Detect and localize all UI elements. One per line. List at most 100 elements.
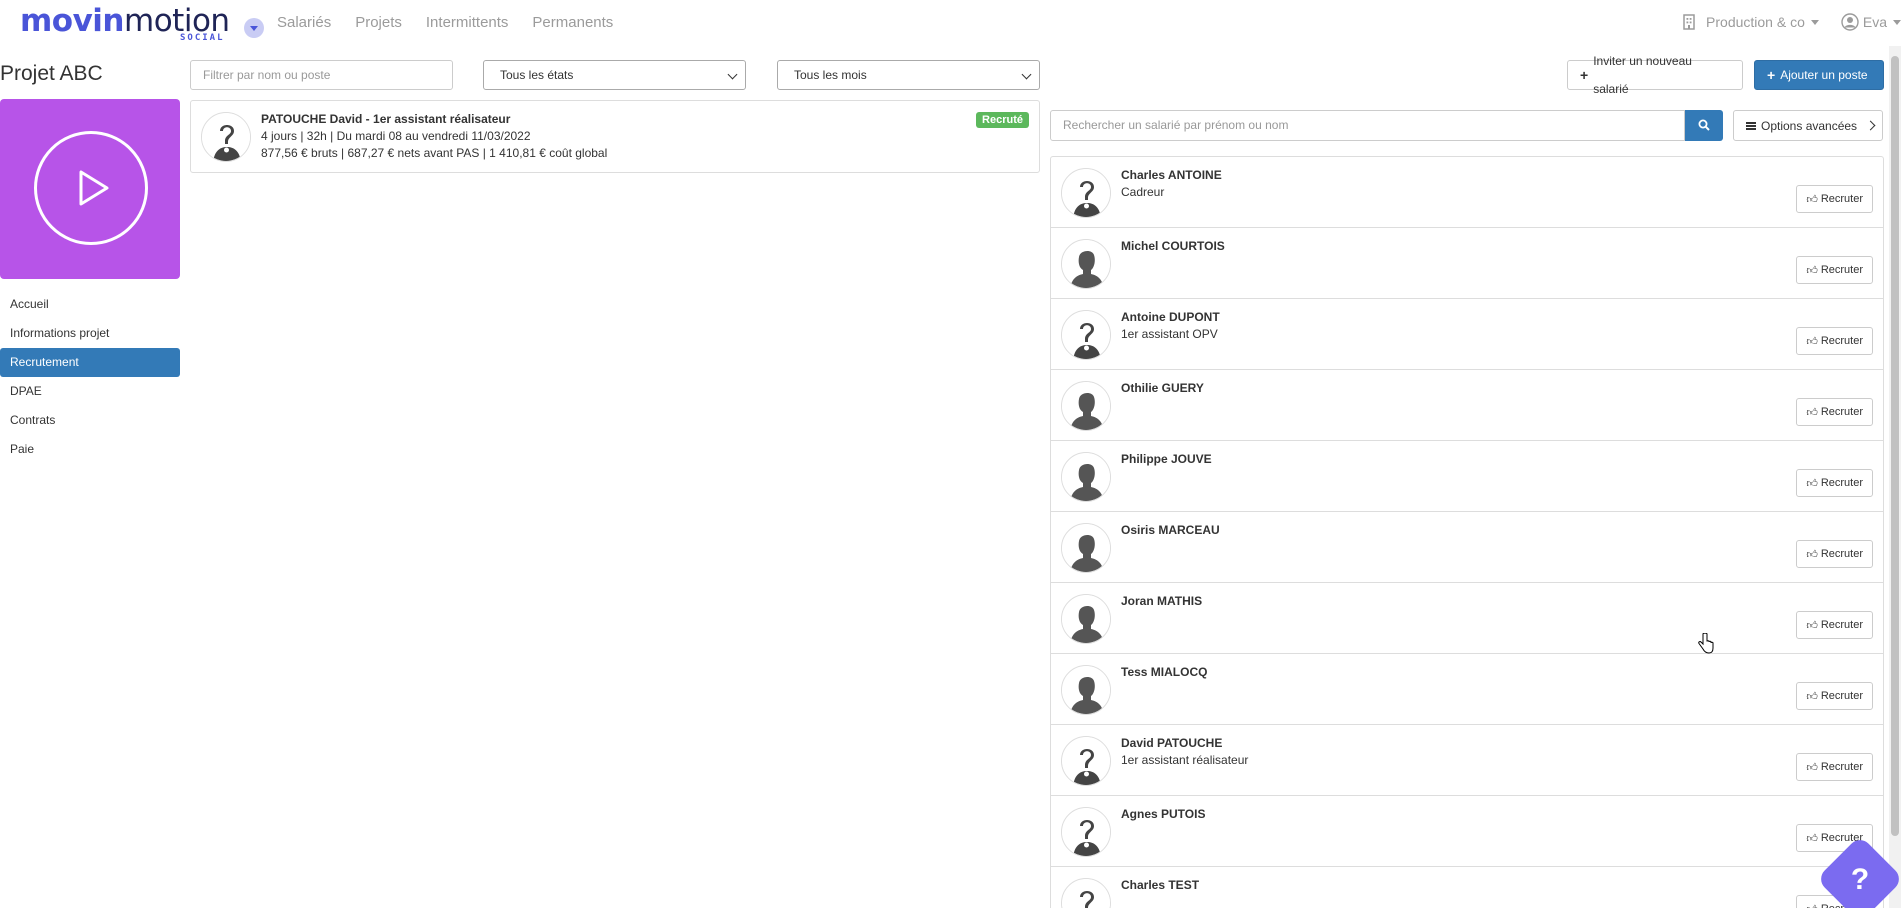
employee-name: Antoine DUPONT (1121, 310, 1220, 324)
thumbs-up-icon: 👍︎ (1806, 477, 1818, 490)
nav-link-permanents[interactable]: Permanents (532, 14, 613, 31)
chevron-right-icon (1865, 120, 1876, 131)
sidebar-item-paie[interactable]: Paie (0, 435, 180, 464)
employee-name: Joran MATHIS (1121, 594, 1203, 608)
list-item[interactable]: Antoine DUPONT 1er assistant OPV 👍︎ Recrute… (1051, 299, 1883, 370)
recruit-label: Recruter (1820, 264, 1863, 276)
recruit-button[interactable]: 👍︎Recruter (1796, 398, 1873, 426)
list-item[interactable]: Osiris MARCEAU 👍︎ Recruter (1051, 512, 1883, 583)
project-title: Projet ABC (0, 62, 103, 85)
list-item[interactable]: Othilie GUERY 👍︎ Recruter (1051, 370, 1883, 441)
thumbs-up-icon: 👍︎ (1806, 548, 1818, 561)
logo-part1: movin (20, 3, 125, 39)
avatar-question-icon (201, 112, 251, 162)
building-icon (1683, 14, 1695, 30)
user-menu[interactable]: Eva (1841, 13, 1901, 31)
sidebar-item-informations-projet[interactable]: Informations projet (0, 319, 180, 348)
nav-link-projets[interactable]: Projets (355, 14, 402, 31)
list-item[interactable]: Tess MIALOCQ 👍︎ Recruter (1051, 654, 1883, 725)
employee-name: Othilie GUERY (1121, 381, 1204, 395)
recruit-label: Recruter (1820, 406, 1863, 418)
recruit-button[interactable]: 👍︎Recruter (1796, 540, 1873, 568)
recruit-button[interactable]: 👍︎Recruter (1796, 327, 1873, 355)
employee-name: David PATOUCHE (1121, 736, 1223, 750)
chevron-down-icon (1810, 19, 1819, 25)
filter-name-input[interactable]: Filtrer par nom ou poste (190, 60, 453, 90)
list-item[interactable]: Joran MATHIS 👍︎ Recruter (1051, 583, 1883, 654)
list-item[interactable]: Agnes PUTOIS 👍︎ Recruter (1051, 796, 1883, 867)
employee-search: Rechercher un salarié par prénom ou nom (1050, 110, 1723, 141)
main-nav: Salariés Projets Intermittents Permanent… (277, 14, 637, 31)
play-icon (34, 131, 148, 245)
avatar-question-icon (1061, 168, 1111, 218)
thumbs-up-icon: 👍︎ (1806, 690, 1818, 703)
employee-role: 1er assistant réalisateur (1121, 753, 1249, 767)
user-name: Eva (1862, 14, 1887, 30)
list-item[interactable]: David PATOUCHE 1er assistant réalisateur 👍… (1051, 725, 1883, 796)
recruit-label: Recruter (1820, 761, 1863, 773)
employee-name: Charles ANTOINE (1121, 168, 1222, 182)
list-item[interactable]: Charles TEST👍︎Recruter (1051, 867, 1883, 908)
nav-dropdown-icon[interactable] (244, 18, 264, 38)
list-item[interactable]: Philippe JOUVE 👍︎ Recruter (1051, 441, 1883, 512)
status-badge: Recruté (976, 112, 1029, 128)
employee-role: Cadreur (1121, 185, 1165, 199)
menu-icon (1746, 121, 1756, 130)
add-position-button[interactable]: + Ajouter un poste (1754, 60, 1884, 90)
avatar-person-icon (1061, 523, 1111, 573)
sidebar-item-contrats[interactable]: Contrats (0, 406, 180, 435)
avatar-person-icon (1061, 665, 1111, 715)
avatar-person-icon (1061, 594, 1111, 644)
employee-name: Agnes PUTOIS (1121, 807, 1206, 821)
recruited-title: PATOUCHE David - 1er assistant réalisate… (261, 112, 511, 126)
employee-name: Philippe JOUVE (1121, 452, 1212, 466)
nav-link-intermittents[interactable]: Intermittents (426, 14, 509, 31)
plus-icon: + (1767, 67, 1776, 83)
employee-name: Michel COURTOIS (1121, 239, 1225, 253)
recruit-label: Recruter (1820, 477, 1863, 489)
state-select[interactable]: Tous les états (483, 60, 746, 90)
sidebar-item-recrutement[interactable]: Recrutement (0, 348, 180, 377)
invite-employee-label: Inviter un nouveau salarié (1593, 54, 1692, 96)
movinmotion-logo[interactable]: movinmotion SOCIAL (20, 4, 230, 44)
thumbs-up-icon: 👍︎ (1806, 193, 1818, 206)
avatar-person-icon (1061, 452, 1111, 502)
plus-icon: + (1580, 67, 1589, 83)
recruit-label: Recruter (1820, 619, 1863, 631)
recruit-button[interactable]: 👍︎Recruter (1796, 682, 1873, 710)
recruit-button[interactable]: 👍︎Recruter (1796, 611, 1873, 639)
nav-link-salaries[interactable]: Salariés (277, 14, 331, 31)
recruit-button[interactable]: 👍︎Recruter (1796, 753, 1873, 781)
recruited-schedule: 4 jours | 32h | Du mardi 08 au vendredi … (261, 129, 531, 143)
top-navbar: movinmotion SOCIAL Salariés Projets Inte… (0, 0, 1901, 46)
recruited-position-card[interactable]: PATOUCHE David - 1er assistant réalisate… (190, 100, 1040, 173)
user-circle-icon (1841, 13, 1859, 31)
sidebar-item-dpae[interactable]: DPAE (0, 377, 180, 406)
scrollbar[interactable] (1889, 46, 1901, 908)
advanced-options-button[interactable]: Options avancées (1733, 110, 1883, 141)
employee-name: Osiris MARCEAU (1121, 523, 1220, 537)
project-tile (0, 99, 180, 279)
thumbs-up-icon: 👍︎ (1806, 903, 1818, 908)
help-icon[interactable]: ? (1829, 852, 1891, 908)
recruit-button[interactable]: 👍︎Recruter (1796, 469, 1873, 497)
list-item[interactable]: Michel COURTOIS 👍︎ Recruter (1051, 228, 1883, 299)
search-button[interactable] (1685, 110, 1723, 141)
company-switcher[interactable]: Production & co (1682, 14, 1819, 30)
avatar-person-icon (1061, 381, 1111, 431)
thumbs-up-icon: 👍︎ (1806, 761, 1818, 774)
employee-name: Tess MIALOCQ (1121, 665, 1208, 679)
sidebar-item-accueil[interactable]: Accueil (0, 290, 180, 319)
advanced-options-label: Options avancées (1761, 118, 1858, 133)
recruit-button[interactable]: 👍︎Recruter (1796, 256, 1873, 284)
employee-search-input[interactable]: Rechercher un salarié par prénom ou nom (1050, 110, 1685, 141)
employee-name: Charles TEST (1121, 878, 1200, 892)
month-select[interactable]: Tous les mois (777, 60, 1040, 90)
scrollbar-thumb[interactable] (1891, 56, 1899, 836)
thumbs-up-icon: 👍︎ (1806, 406, 1818, 419)
list-item[interactable]: Charles ANTOINE Cadreur 👍︎ Recruter (1051, 157, 1883, 228)
recruit-label: Recruter (1820, 690, 1863, 702)
invite-employee-button[interactable]: + Inviter un nouveau salarié (1567, 54, 1743, 96)
thumbs-up-icon: 👍︎ (1806, 832, 1818, 845)
recruit-button[interactable]: 👍︎Recruter (1796, 185, 1873, 213)
